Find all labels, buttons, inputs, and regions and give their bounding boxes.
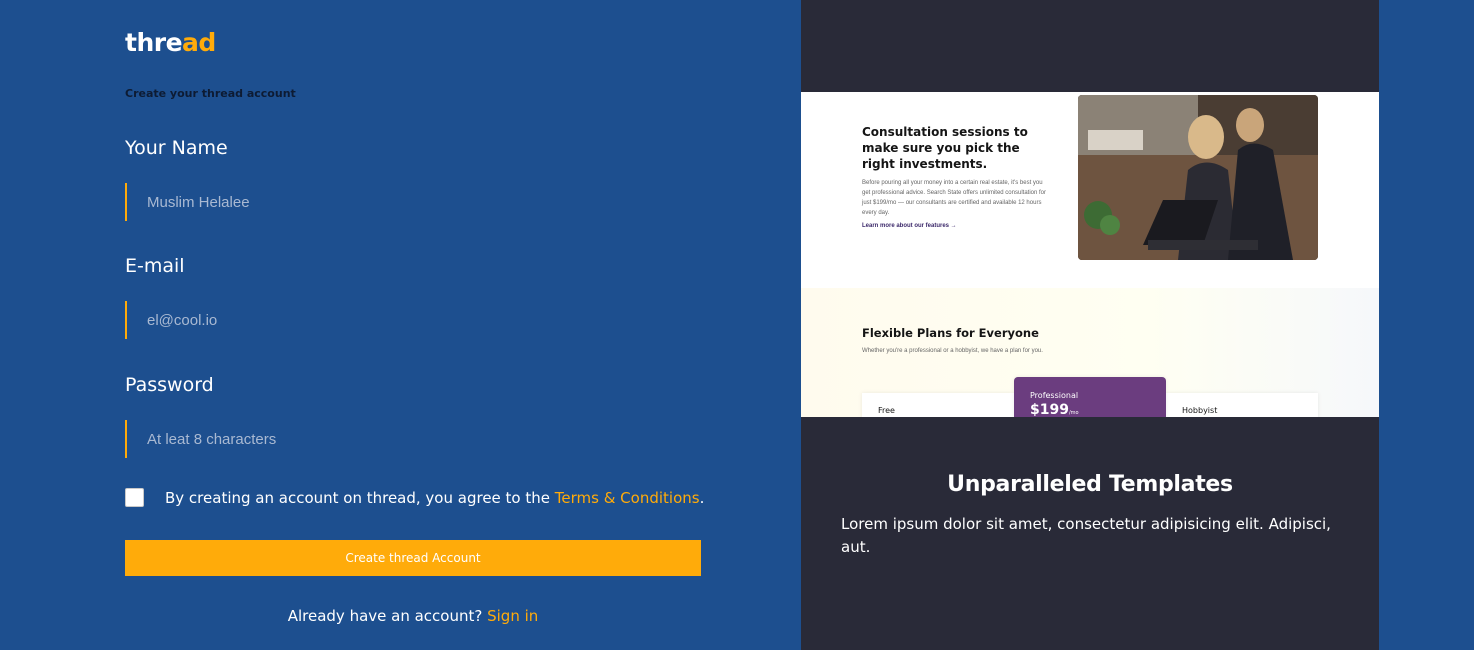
logo-part-2: ad — [182, 28, 216, 57]
panel-title: Unparalleled Templates — [947, 472, 1233, 497]
panel-body: Lorem ipsum dolor sit amet, consectetur … — [841, 515, 1331, 556]
consultation-photo — [1078, 95, 1318, 260]
terms-checkbox[interactable] — [125, 488, 144, 507]
signin-row: Already have an account? Sign in — [125, 607, 701, 625]
preview-link: Learn more about our features → — [862, 223, 957, 229]
plan-card-free: Free — [862, 393, 1014, 417]
thread-logo: thread — [125, 28, 216, 57]
name-label: Your Name — [125, 137, 228, 159]
email-label: E-mail — [125, 255, 185, 277]
template-preview: Consultation sessions to make sure you p… — [801, 92, 1379, 417]
plans-subtitle: Whether you're a professional or a hobby… — [862, 348, 1043, 354]
plan-card-hobbyist: Hobbyist — [1166, 393, 1318, 417]
terms-link[interactable]: Terms & Conditions — [555, 489, 700, 507]
create-account-button[interactable]: Create thread Account — [125, 540, 701, 576]
plan-price-period: /mo — [1068, 410, 1079, 416]
email-input[interactable] — [125, 301, 701, 339]
name-input[interactable] — [125, 183, 701, 221]
plan-name: Hobbyist — [1182, 406, 1218, 415]
plan-card-professional: Professional $199/mo — [1014, 377, 1166, 417]
signin-link[interactable]: Sign in — [487, 607, 538, 625]
preview-body: Before pouring all your money into a cer… — [862, 180, 1046, 216]
plan-price: $199/mo — [1030, 402, 1079, 417]
terms-row: By creating an account on thread, you ag… — [125, 488, 704, 507]
logo-part-1: thre — [125, 28, 183, 57]
password-input[interactable] — [125, 420, 701, 458]
plan-price-amount: $199 — [1030, 402, 1069, 417]
page-subtitle: Create your thread account — [125, 87, 296, 100]
plan-name: Free — [878, 406, 895, 415]
terms-prefix: By creating an account on thread, you ag… — [165, 488, 555, 507]
plan-name: Professional — [1030, 391, 1079, 400]
terms-end: . — [699, 488, 705, 507]
terms-text: By creating an account on thread, you ag… — [165, 489, 704, 507]
preview-heading: Consultation sessions to make sure you p… — [862, 125, 1028, 171]
password-label: Password — [125, 374, 214, 396]
promo-panel: Consultation sessions to make sure you p… — [801, 0, 1379, 650]
plans-title: Flexible Plans for Everyone — [862, 326, 1039, 340]
signin-prefix: Already have an account? — [287, 607, 488, 625]
